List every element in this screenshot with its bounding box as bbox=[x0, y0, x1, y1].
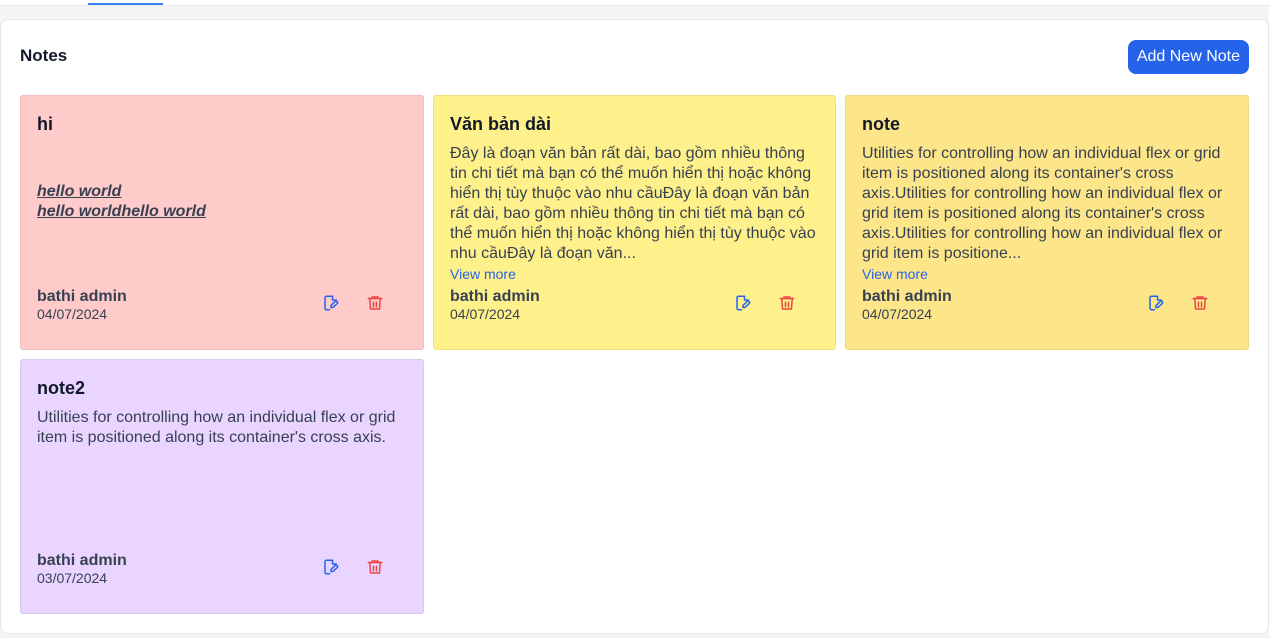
note-date: 04/07/2024 bbox=[450, 306, 521, 322]
edit-icon[interactable] bbox=[319, 555, 343, 579]
trash-icon[interactable] bbox=[363, 291, 387, 315]
note-date: 03/07/2024 bbox=[37, 570, 108, 586]
notes-grid: hi hello world hello worldhello world ba… bbox=[20, 95, 1250, 614]
note-actions bbox=[1144, 291, 1212, 315]
note-author: bathi admin bbox=[862, 288, 952, 305]
note-body: Utilities for controlling how an individ… bbox=[37, 409, 396, 446]
note-rich-content: hello world hello worldhello world bbox=[37, 182, 407, 222]
note-meta: bathi admin 04/07/2024 bbox=[862, 287, 952, 323]
note-title: hi bbox=[37, 114, 53, 134]
note-actions bbox=[319, 291, 387, 315]
note-footer: bathi admin 04/07/2024 bbox=[862, 287, 1232, 323]
edit-icon[interactable] bbox=[1144, 291, 1168, 315]
note-author: bathi admin bbox=[37, 552, 127, 569]
note-actions bbox=[731, 291, 799, 315]
note-title: Văn bản dài bbox=[450, 114, 552, 134]
active-tab-indicator bbox=[88, 3, 163, 5]
note-author: bathi admin bbox=[37, 288, 127, 305]
note-body: Utilities for controlling how an individ… bbox=[862, 145, 1223, 262]
add-new-note-button[interactable]: Add New Note bbox=[1127, 40, 1249, 74]
view-more-link[interactable]: View more bbox=[450, 264, 819, 284]
note-footer: bathi admin 04/07/2024 bbox=[450, 287, 819, 323]
note-meta: bathi admin 03/07/2024 bbox=[37, 551, 127, 587]
note-actions bbox=[319, 555, 387, 579]
note-meta: bathi admin 04/07/2024 bbox=[37, 287, 127, 323]
note-rich-line: hello world bbox=[37, 183, 122, 200]
note-date: 04/07/2024 bbox=[862, 306, 933, 322]
edit-icon[interactable] bbox=[731, 291, 755, 315]
note-meta: bathi admin 04/07/2024 bbox=[450, 287, 540, 323]
note-card[interactable]: hi hello world hello worldhello world ba… bbox=[20, 95, 424, 350]
trash-icon[interactable] bbox=[363, 555, 387, 579]
note-title: note bbox=[862, 114, 900, 134]
note-footer: bathi admin 04/07/2024 bbox=[37, 287, 407, 323]
note-body: Đây là đoạn văn bản rất dài, bao gồm nhi… bbox=[450, 145, 816, 262]
note-card[interactable]: Văn bản dài Đây là đoạn văn bản rất dài,… bbox=[433, 95, 836, 350]
note-card[interactable]: note2 Utilities for controlling how an i… bbox=[20, 359, 424, 614]
trash-icon[interactable] bbox=[775, 291, 799, 315]
view-more-link[interactable]: View more bbox=[862, 264, 1232, 284]
note-card[interactable]: note Utilities for controlling how an in… bbox=[845, 95, 1249, 350]
note-rich-line: hello worldhello world bbox=[37, 203, 206, 220]
note-date: 04/07/2024 bbox=[37, 306, 108, 322]
trash-icon[interactable] bbox=[1188, 291, 1212, 315]
page-title: Notes bbox=[20, 46, 68, 65]
edit-icon[interactable] bbox=[319, 291, 343, 315]
note-title: note2 bbox=[37, 378, 86, 398]
top-tab-bar bbox=[0, 0, 1269, 6]
note-author: bathi admin bbox=[450, 288, 540, 305]
note-footer: bathi admin 03/07/2024 bbox=[37, 551, 407, 587]
notes-panel: Notes Add New Note hi hello world hello … bbox=[0, 19, 1269, 634]
